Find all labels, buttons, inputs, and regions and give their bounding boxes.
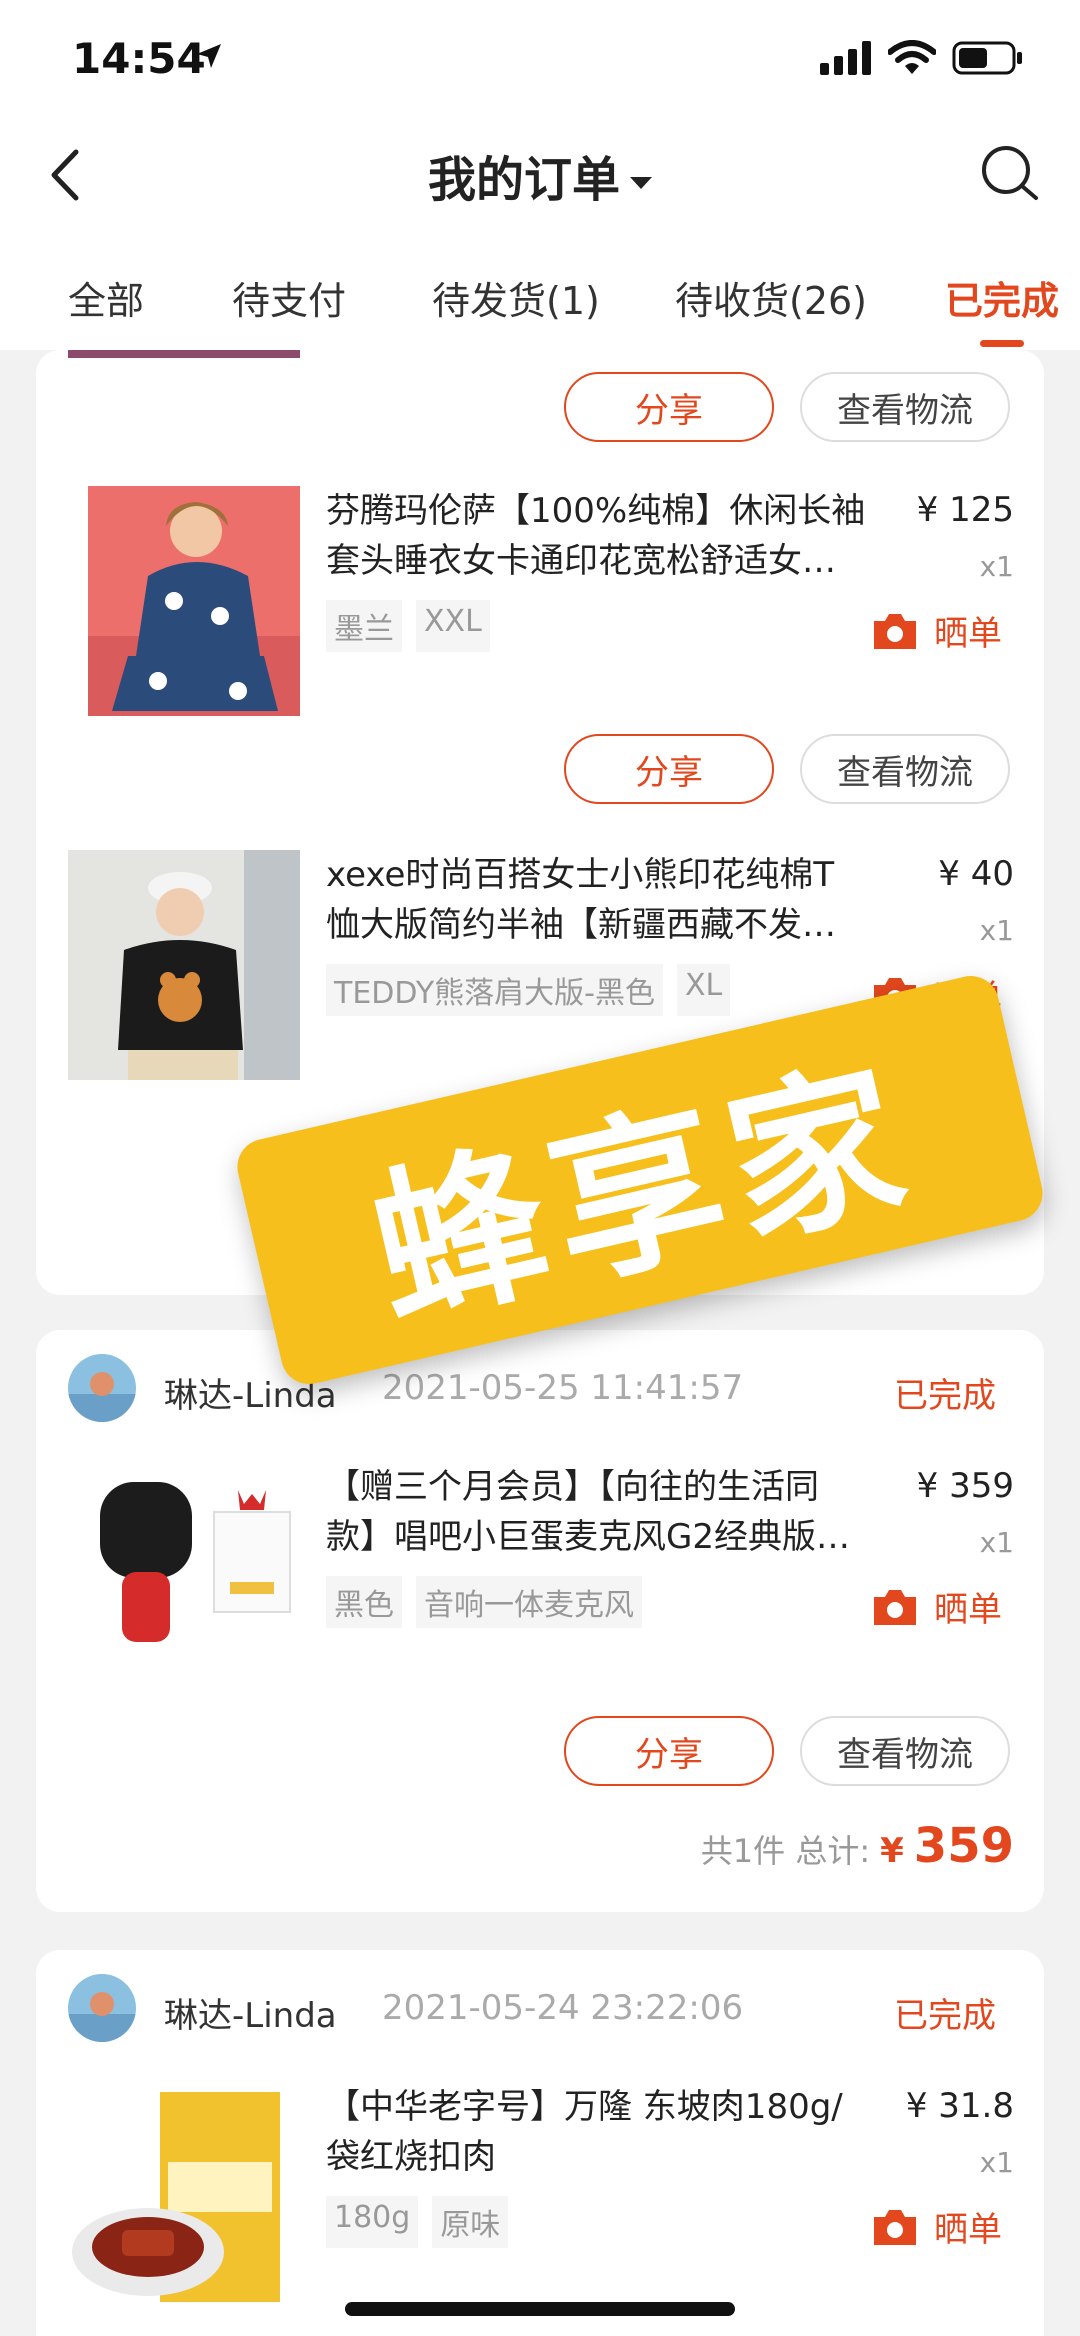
product-image[interactable] — [68, 850, 300, 1080]
product-quantity: x1 — [979, 914, 1014, 947]
spec-tag: 180g — [326, 2196, 419, 2248]
show-order-label: 晒单 — [934, 1590, 1002, 1630]
product-price: ¥ 31.8 — [905, 2086, 1014, 2126]
view-logistics-button[interactable]: 查看物流 — [800, 734, 1010, 804]
product-title[interactable]: 【中华老字号】万隆 东坡肉180g/袋红烧扣肉 — [326, 2082, 866, 2182]
page-title-text: 我的订单 — [427, 152, 620, 208]
caret-down-icon — [630, 177, 652, 189]
product-price: ¥ 359 — [916, 1466, 1014, 1506]
order-card: 琳达-Linda 2021-05-24 23:22:06 已完成 【中华老字号】… — [36, 1950, 1044, 2336]
product-price: ¥ 125 — [916, 490, 1014, 530]
tab-pending-shipment[interactable]: 待发货(1) — [432, 270, 600, 325]
spec-tag: 墨兰 — [326, 600, 402, 652]
tab-pending-payment[interactable]: 待支付 — [232, 270, 346, 325]
order-tabs: 全部 待支付 待发货(1) 待收货(26) 已完成 — [0, 240, 1080, 350]
show-order-label: 晒单 — [934, 2210, 1002, 2250]
product-title[interactable]: 芬腾玛伦萨【100%纯棉】休闲长袖套头睡衣女卡通印花宽松舒适女… — [326, 486, 866, 586]
spec-tag: XXL — [416, 600, 490, 652]
order-date: 2021-05-25 11:41:57 — [382, 1368, 744, 1408]
product-title[interactable]: 【赠三个月会员】【向往的生活同款】唱吧小巨蛋麦克风G2经典版… — [326, 1462, 866, 1562]
page-title[interactable]: 我的订单 — [0, 140, 1080, 210]
product-image[interactable] — [68, 1462, 300, 1652]
spec-tag: 原味 — [432, 2196, 509, 2248]
tab-completed[interactable]: 已完成 — [945, 270, 1059, 325]
search-icon[interactable] — [976, 140, 1042, 206]
seller-name[interactable]: 琳达-Linda — [164, 1988, 337, 2037]
product-image[interactable] — [68, 2082, 300, 2312]
home-indicator — [345, 2302, 735, 2316]
view-logistics-button[interactable]: 查看物流 — [800, 372, 1010, 442]
share-button[interactable]: 分享 — [564, 734, 774, 804]
status-time: 14:54 — [72, 34, 206, 83]
camera-icon — [874, 1589, 916, 1625]
order-card: 琳达-Linda 2021-05-25 11:41:57 已完成 【赠三个月会员… — [36, 1330, 1044, 1912]
product-price: ¥ 40 — [938, 854, 1014, 894]
status-bar: 14:54 — [0, 0, 1080, 110]
tab-pending-receipt[interactable]: 待收货(26) — [675, 270, 867, 325]
order-date: 2021-05-24 23:22:06 — [382, 1988, 744, 2028]
signal-icon — [820, 41, 871, 75]
spec-tag: 黑色 — [326, 1576, 402, 1628]
order-status: 已完成 — [894, 1996, 996, 2036]
product-quantity: x1 — [979, 1526, 1014, 1559]
spec-tag: 音响一体麦克风 — [416, 1576, 642, 1628]
view-logistics-button[interactable]: 查看物流 — [800, 1716, 1010, 1786]
spec-tag: XL — [677, 964, 731, 1016]
tab-all[interactable]: 全部 — [68, 270, 144, 325]
currency-symbol: ¥ — [880, 1831, 904, 1871]
show-order-button[interactable]: 晒单 — [870, 2202, 1002, 2251]
show-order-button[interactable]: 晒单 — [870, 606, 1002, 655]
product-title[interactable]: xexe时尚百搭女士小熊印花纯棉T恤大版简约半袖【新疆西藏不发… — [326, 850, 866, 950]
share-button[interactable]: 分享 — [564, 372, 774, 442]
show-order-button[interactable]: 晒单 — [870, 1582, 1002, 1631]
order-status: 已完成 — [894, 1376, 996, 1416]
spec-tag: TEDDY熊落肩大版-黑色 — [326, 964, 663, 1016]
product-image-partial — [68, 350, 300, 358]
product-quantity: x1 — [979, 550, 1014, 583]
camera-icon — [874, 2209, 916, 2245]
product-quantity: x1 — [979, 2146, 1014, 2179]
total-label: 共1件 总计: — [700, 1832, 871, 1870]
total-amount: 359 — [913, 1818, 1014, 1874]
order-total: 共1件 总计: ¥ 359 — [701, 1818, 1014, 1874]
camera-icon — [874, 613, 916, 649]
battery-icon — [952, 41, 1022, 75]
show-order-label: 晒单 — [934, 614, 1002, 654]
location-arrow-icon — [197, 44, 221, 68]
tab-indicator — [980, 340, 1024, 347]
product-image[interactable] — [88, 486, 300, 716]
nav-bar: 我的订单 — [0, 110, 1080, 240]
avatar — [68, 1354, 136, 1422]
avatar — [68, 1974, 136, 2042]
share-button[interactable]: 分享 — [564, 1716, 774, 1786]
wifi-icon — [888, 40, 936, 74]
